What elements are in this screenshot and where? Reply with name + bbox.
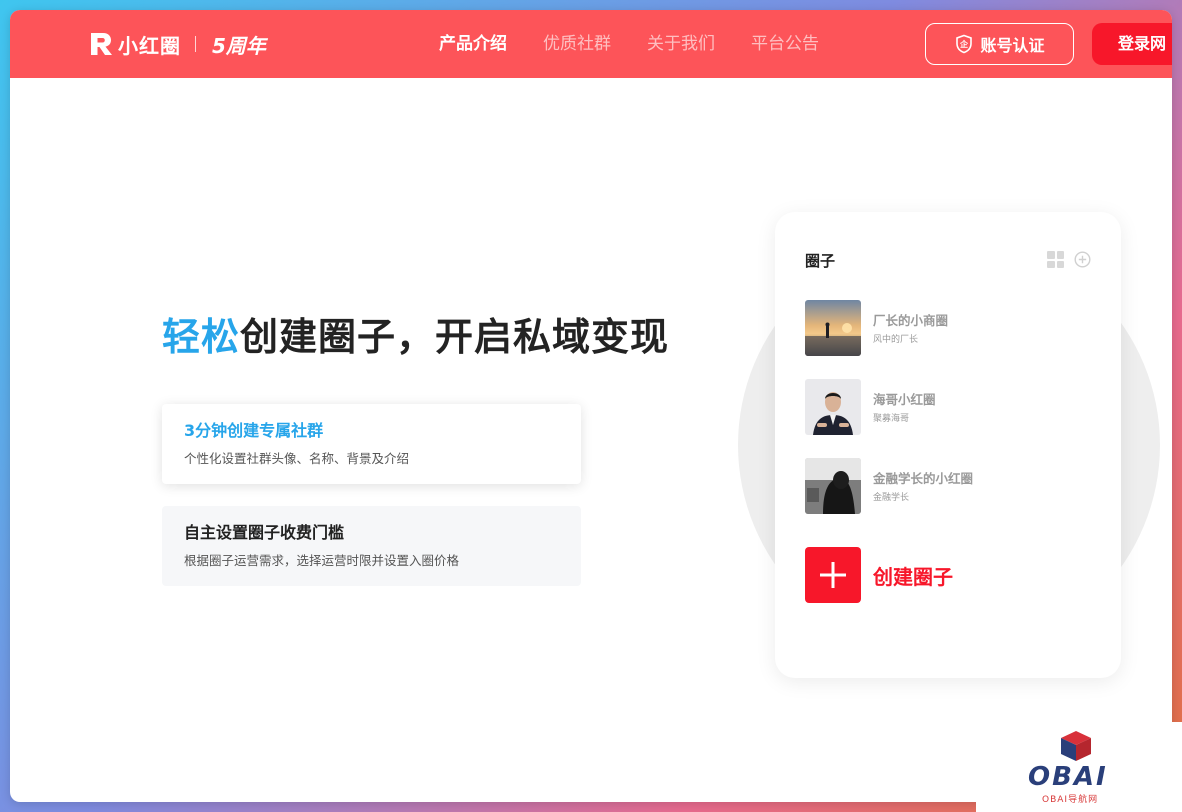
logo[interactable]: 小红圈 5周年 bbox=[88, 30, 266, 58]
svg-text:企: 企 bbox=[959, 39, 969, 49]
account-verify-button[interactable]: 企 账号认证 bbox=[925, 23, 1074, 65]
login-button[interactable]: 登录网 bbox=[1092, 23, 1172, 65]
shield-icon: 企 bbox=[956, 34, 973, 54]
feature-card-create[interactable]: 3分钟创建专属社群 个性化设置社群头像、名称、背景及介绍 bbox=[162, 404, 581, 484]
brand-name: 小红圈 bbox=[118, 33, 181, 58]
circle-owner: 聚募海哥 bbox=[873, 413, 910, 424]
create-circle-label: 创建圈子 bbox=[873, 564, 953, 589]
nav-item-product[interactable]: 产品介绍 bbox=[439, 32, 507, 56]
circle-owner: 金融学长 bbox=[873, 492, 910, 503]
circle-name: 海哥小红圈 bbox=[873, 391, 936, 407]
feature-title: 3分钟创建专属社群 bbox=[184, 421, 324, 440]
list-item[interactable]: 海哥小红圈 聚募海哥 bbox=[805, 379, 1095, 435]
circles-card: 圈子 厂长的小商圈 风中的厂长 海哥小红圈 聚募海哥 金融学长的小红圈 金融学长… bbox=[775, 212, 1121, 678]
nav-item-communities[interactable]: 优质社群 bbox=[543, 32, 611, 56]
hero-title-highlight: 轻松 bbox=[162, 315, 241, 359]
watermark-text: OBAI bbox=[1028, 762, 1108, 792]
watermark-subtext: OBAI导航网 bbox=[1042, 795, 1099, 805]
hero-title: 轻松创建圈子，开启私域变现 bbox=[162, 306, 669, 361]
nav-item-announcements[interactable]: 平台公告 bbox=[751, 32, 819, 56]
man-in-suit-photo bbox=[805, 379, 861, 435]
plus-icon bbox=[805, 547, 861, 603]
browser-window: 小红圈 5周年 产品介绍 优质社群 关于我们 平台公告 企 账号认证 登录网 轻… bbox=[10, 10, 1172, 802]
logo-divider bbox=[195, 36, 196, 52]
main-nav: 产品介绍 优质社群 关于我们 平台公告 bbox=[439, 32, 855, 56]
create-circle-button[interactable]: 创建圈子 bbox=[805, 547, 953, 603]
circle-owner: 风中的厂长 bbox=[873, 334, 919, 345]
nav-item-about[interactable]: 关于我们 bbox=[647, 32, 715, 56]
grid-view-icon[interactable] bbox=[1047, 251, 1064, 268]
top-header: 小红圈 5周年 产品介绍 优质社群 关于我们 平台公告 企 账号认证 登录网 bbox=[10, 10, 1172, 78]
hooded-figure-photo bbox=[805, 458, 861, 514]
sunset-beach-photo bbox=[805, 300, 861, 356]
list-item[interactable]: 厂长的小商圈 风中的厂长 bbox=[805, 300, 1095, 356]
add-circle-icon[interactable] bbox=[1074, 251, 1091, 268]
hero-title-rest: 创建圈子，开启私域变现 bbox=[240, 315, 670, 359]
watermark: OBAI OBAI导航网 bbox=[976, 722, 1182, 812]
feature-desc: 根据圈子运营需求，选择运营时限并设置入圈价格 bbox=[184, 553, 460, 568]
card-title: 圈子 bbox=[805, 252, 836, 270]
circle-name: 厂长的小商圈 bbox=[873, 312, 949, 328]
logo-r-icon bbox=[91, 33, 112, 55]
circle-name: 金融学长的小红圈 bbox=[873, 470, 974, 486]
feature-title: 自主设置圈子收费门槛 bbox=[184, 523, 345, 542]
card-toolbar bbox=[1047, 251, 1091, 268]
cube-logo-icon bbox=[1061, 731, 1091, 761]
account-verify-label: 账号认证 bbox=[980, 36, 1045, 55]
list-item[interactable]: 金融学长的小红圈 金融学长 bbox=[805, 458, 1095, 514]
anniversary-label: 5周年 bbox=[212, 33, 266, 58]
feature-desc: 个性化设置社群头像、名称、背景及介绍 bbox=[184, 451, 410, 466]
feature-card-pricing[interactable]: 自主设置圈子收费门槛 根据圈子运营需求，选择运营时限并设置入圈价格 bbox=[162, 506, 581, 586]
